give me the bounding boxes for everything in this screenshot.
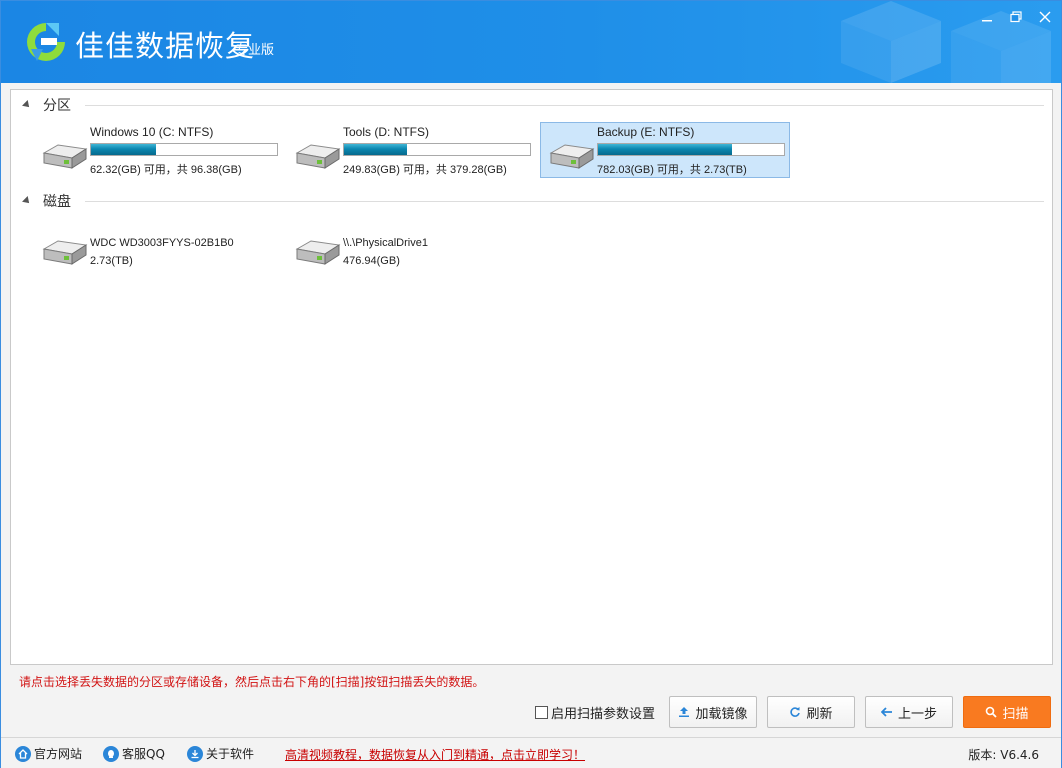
home-icon — [15, 745, 31, 762]
minimize-icon — [982, 20, 992, 22]
section-divider — [85, 105, 1044, 106]
hard-drive-icon — [549, 144, 595, 169]
partition-item-c[interactable]: Windows 10 (C: NTFS) 62.32(GB) 可用，共 96.3… — [33, 122, 283, 178]
checkbox-box[interactable] — [535, 706, 548, 719]
partition-name: Backup (E: NTFS) — [597, 125, 695, 139]
close-icon — [1039, 11, 1051, 23]
support-qq-link[interactable]: 客服QQ — [103, 745, 165, 762]
partition-capacity: 249.83(GB) 可用，共 379.28(GB) — [343, 164, 507, 176]
hard-drive-icon — [42, 240, 88, 265]
scan-button[interactable]: 扫描 — [963, 696, 1051, 728]
disk-item-wdc[interactable]: WDC WD3003FYYS-02B1B0 2.73(TB) — [33, 226, 283, 282]
restore-icon — [1010, 11, 1022, 23]
disks-section-label: 磁盘 — [43, 194, 71, 210]
arrow-left-icon — [880, 707, 892, 717]
usage-bar-fill — [91, 144, 157, 155]
refresh-button[interactable]: 刷新 — [767, 696, 855, 728]
about-label: 关于软件 — [206, 747, 255, 761]
hard-drive-icon — [295, 144, 341, 169]
back-label: 上一步 — [897, 706, 937, 722]
usage-bar — [597, 143, 785, 156]
load-image-button[interactable]: 加载镜像 — [669, 696, 757, 728]
back-button[interactable]: 上一步 — [865, 696, 953, 728]
partition-capacity: 62.32(GB) 可用，共 96.38(GB) — [90, 164, 242, 176]
app-edition-label: 专业版 — [235, 43, 275, 58]
partitions-section-label: 分区 — [43, 98, 71, 114]
partition-item-d[interactable]: Tools (D: NTFS) 249.83(GB) 可用，共 379.28(G… — [286, 122, 536, 178]
qq-icon — [103, 745, 119, 762]
refresh-label: 刷新 — [806, 706, 833, 722]
device-list-panel: 分区 Windows 10 (C: NTFS) 62.32(GB) 可用，共 9… — [10, 89, 1053, 665]
video-tutorial-link[interactable]: 高清视频教程，数据恢复从入门到精通，点击立即学习！ — [285, 746, 585, 763]
usage-bar — [343, 143, 531, 156]
qq-label: 客服QQ — [122, 747, 165, 761]
version-label: 版本: V6.4.6 — [968, 748, 1039, 762]
partitions-section-header[interactable]: 分区 — [22, 95, 71, 115]
scan-params-checkbox[interactable]: 启用扫描参数设置 — [535, 703, 655, 722]
upload-icon — [679, 707, 690, 717]
maximize-button[interactable] — [1004, 5, 1028, 29]
about-software-link[interactable]: 关于软件 — [187, 745, 254, 762]
close-button[interactable] — [1033, 5, 1057, 29]
partition-capacity: 782.03(GB) 可用，共 2.73(TB) — [597, 164, 747, 176]
instruction-hint: 请点击选择丢失数据的分区或存储设备，然后点击右下角的[扫描]按钮扫描丢失的数据。 — [19, 675, 485, 689]
disks-section-header[interactable]: 磁盘 — [22, 191, 71, 211]
section-divider — [85, 201, 1044, 202]
website-label: 官方网站 — [34, 747, 83, 761]
title-bar: 佳佳数据恢复 专业版 — [1, 1, 1061, 83]
official-website-link[interactable]: 官方网站 — [15, 745, 82, 762]
search-icon — [986, 706, 998, 718]
partition-name: Tools (D: NTFS) — [343, 125, 430, 139]
usage-bar — [90, 143, 278, 156]
collapse-triangle-icon — [22, 100, 32, 110]
disk-item-physicaldrive1[interactable]: \\.\PhysicalDrive1 476.94(GB) — [286, 226, 536, 282]
load-image-label: 加载镜像 — [695, 706, 748, 722]
download-icon — [187, 745, 203, 762]
hard-drive-icon — [295, 240, 341, 265]
disk-name: WDC WD3003FYYS-02B1B0 — [90, 237, 234, 249]
app-title: 佳佳数据恢复 — [75, 29, 256, 63]
usage-bar-fill — [344, 144, 408, 155]
status-footer: 官方网站 客服QQ 关于软件 高清视频教程，数据恢复从入门到精通，点击立即学习！… — [1, 737, 1061, 768]
scan-label: 扫描 — [1002, 706, 1029, 722]
refresh-icon — [790, 707, 801, 717]
disk-capacity: 2.73(TB) — [90, 255, 133, 267]
partition-name: Windows 10 (C: NTFS) — [90, 125, 214, 139]
disk-name: \\.\PhysicalDrive1 — [343, 237, 428, 249]
partition-item-e[interactable]: Backup (E: NTFS) 782.03(GB) 可用，共 2.73(TB… — [540, 122, 790, 178]
collapse-triangle-icon — [22, 196, 32, 206]
app-logo-icon — [27, 23, 65, 61]
scan-params-label: 启用扫描参数设置 — [551, 707, 656, 722]
usage-bar-fill — [598, 144, 732, 155]
app-window: 佳佳数据恢复 专业版 分区 Windows 10 (C: NTFS) 62.32… — [0, 0, 1062, 768]
hard-drive-icon — [42, 144, 88, 169]
disk-capacity: 476.94(GB) — [343, 255, 400, 267]
minimize-button[interactable] — [975, 5, 999, 29]
